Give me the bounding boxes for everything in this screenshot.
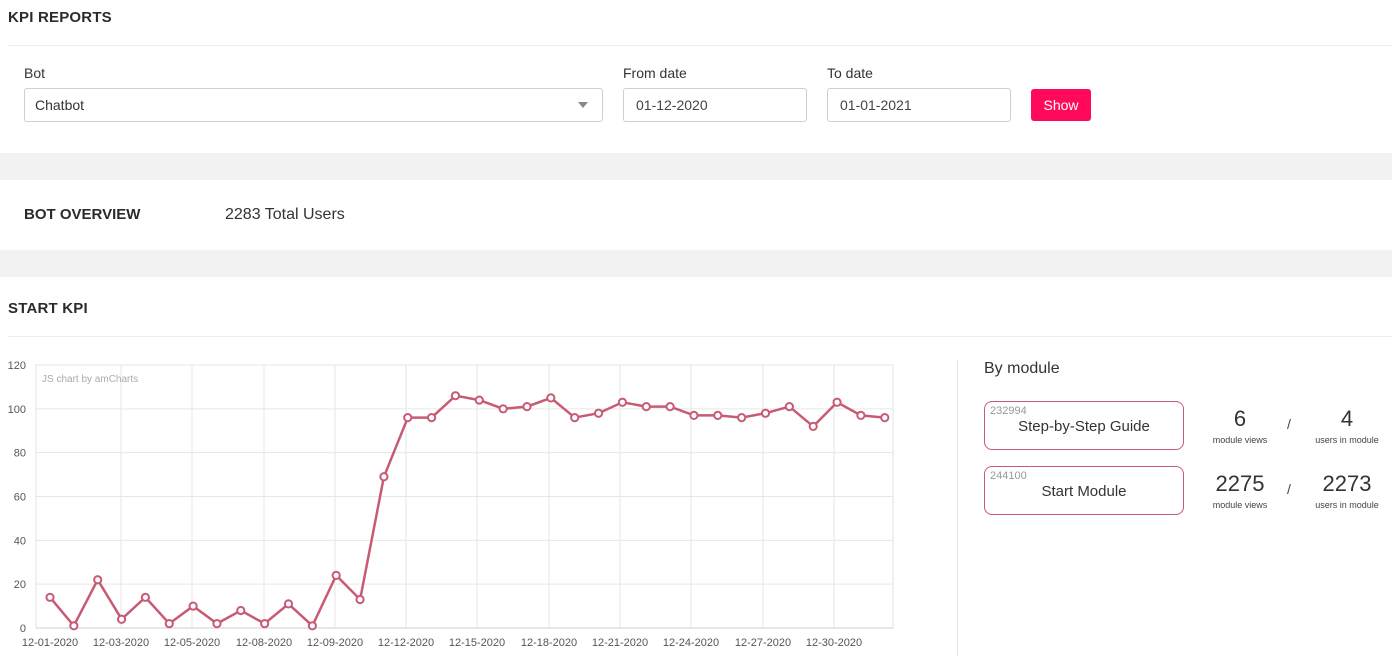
data-point[interactable] (737, 413, 747, 423)
data-point[interactable] (689, 410, 699, 421)
data-point[interactable] (450, 391, 461, 401)
y-tick-label: 40 (14, 535, 26, 547)
data-point[interactable] (307, 621, 317, 631)
data-point[interactable] (331, 570, 341, 580)
data-point[interactable] (856, 410, 866, 421)
y-tick-label: 20 (14, 579, 26, 591)
data-point[interactable] (641, 402, 651, 412)
data-point[interactable] (164, 619, 174, 629)
bot-label: Bot (24, 65, 46, 81)
data-point[interactable] (283, 599, 294, 609)
data-point[interactable] (355, 594, 365, 605)
data-point[interactable] (713, 410, 723, 421)
module-name: Start Module (1041, 483, 1127, 500)
y-tick-label: 0 (20, 623, 26, 635)
data-point[interactable] (45, 592, 55, 602)
data-point[interactable] (212, 619, 222, 629)
to-date-input[interactable]: 01-01-2021 (827, 88, 1011, 122)
y-tick-label: 100 (8, 404, 26, 416)
data-point[interactable] (665, 402, 675, 412)
data-point[interactable] (570, 413, 580, 423)
data-point[interactable] (260, 619, 270, 629)
vertical-divider (957, 360, 958, 656)
x-tick-label: 12-24-2020 (663, 637, 719, 649)
by-module-title: By module (984, 360, 1060, 377)
x-tick-label: 12-09-2020 (307, 637, 363, 649)
x-tick-label: 12-30-2020 (806, 637, 862, 649)
x-tick-label: 12-21-2020 (592, 637, 648, 649)
x-tick-label: 12-03-2020 (93, 637, 149, 649)
bot-select[interactable]: Chatbot (24, 88, 603, 122)
start-kpi-title: START KPI (8, 300, 88, 317)
data-point[interactable] (188, 601, 198, 611)
bot-overview-panel: BOT OVERVIEW 2283 Total Users (0, 180, 1392, 250)
module-card-start-module[interactable]: 244100 Start Module (984, 466, 1184, 515)
data-point[interactable] (236, 605, 246, 616)
x-tick-label: 12-18-2020 (521, 637, 577, 649)
data-point[interactable] (546, 393, 556, 403)
data-point[interactable] (403, 413, 413, 423)
x-tick-label: 12-27-2020 (735, 637, 791, 649)
chart-credit: JS chart by amCharts (42, 374, 138, 385)
data-point[interactable] (832, 397, 842, 407)
module-views-label: module views (1212, 435, 1268, 445)
from-date-label: From date (623, 65, 687, 81)
divider (8, 336, 1392, 337)
to-date-label: To date (827, 65, 873, 81)
data-point[interactable] (93, 575, 103, 585)
section-gap (0, 153, 1392, 180)
module-views-count: 2275 (1215, 471, 1265, 496)
data-point[interactable] (379, 472, 389, 482)
x-tick-label: 12-01-2020 (22, 637, 78, 649)
data-point[interactable] (427, 413, 437, 423)
total-users: 2283 Total Users (225, 206, 345, 223)
users-in-module-count: 2273 (1322, 471, 1372, 496)
data-point[interactable] (69, 621, 79, 631)
module-id: 232994 (990, 405, 1027, 417)
from-date-input[interactable]: 01-12-2020 (623, 88, 807, 122)
users-in-module-count: 4 (1340, 406, 1354, 431)
y-tick-label: 120 (8, 360, 26, 372)
users-in-module-label: users in module (1315, 500, 1379, 510)
data-point[interactable] (784, 402, 794, 412)
module-name: Step-by-Step Guide (1018, 418, 1150, 435)
y-tick-label: 60 (14, 492, 26, 504)
series-line (49, 394, 885, 629)
bot-select-value: Chatbot (35, 97, 85, 113)
x-tick-label: 12-15-2020 (449, 637, 505, 649)
chevron-down-icon (578, 102, 588, 108)
x-tick-label: 12-08-2020 (236, 637, 292, 649)
data-point[interactable] (140, 592, 150, 602)
x-tick-label: 12-12-2020 (378, 637, 434, 649)
section-gap (0, 250, 1392, 277)
data-point[interactable] (617, 397, 628, 407)
start-kpi-chart[interactable]: 0 20 40 60 80 100 120 12-01-2020 12-03-2020 12-0… (0, 352, 900, 656)
data-point[interactable] (593, 408, 604, 418)
overview-title: BOT OVERVIEW (24, 206, 141, 223)
kpi-reports-panel: KPI REPORTS Bot Chatbot From date 01-12-… (0, 0, 1392, 153)
data-point[interactable] (522, 402, 532, 412)
module-views-label: module views (1212, 500, 1268, 510)
separator: / (1287, 416, 1291, 432)
data-point[interactable] (880, 413, 890, 423)
show-button[interactable]: Show (1031, 89, 1091, 121)
data-point[interactable] (474, 395, 484, 405)
page-title: KPI REPORTS (8, 9, 112, 26)
data-point[interactable] (498, 404, 508, 414)
data-point[interactable] (808, 421, 818, 431)
divider (8, 45, 1392, 46)
line-chart[interactable]: 0 20 40 60 80 100 120 12-01-2020 12-03-2020 12-0… (0, 352, 900, 656)
users-in-module-label: users in module (1315, 435, 1379, 445)
module-views-count: 6 (1233, 406, 1247, 431)
x-tick-label: 12-05-2020 (164, 637, 220, 649)
y-tick-label: 80 (14, 448, 26, 460)
data-point[interactable] (116, 614, 127, 624)
data-point[interactable] (760, 408, 771, 418)
module-id: 244100 (990, 470, 1027, 482)
separator: / (1287, 481, 1291, 497)
module-card-step-by-step[interactable]: 232994 Step-by-Step Guide (984, 401, 1184, 450)
